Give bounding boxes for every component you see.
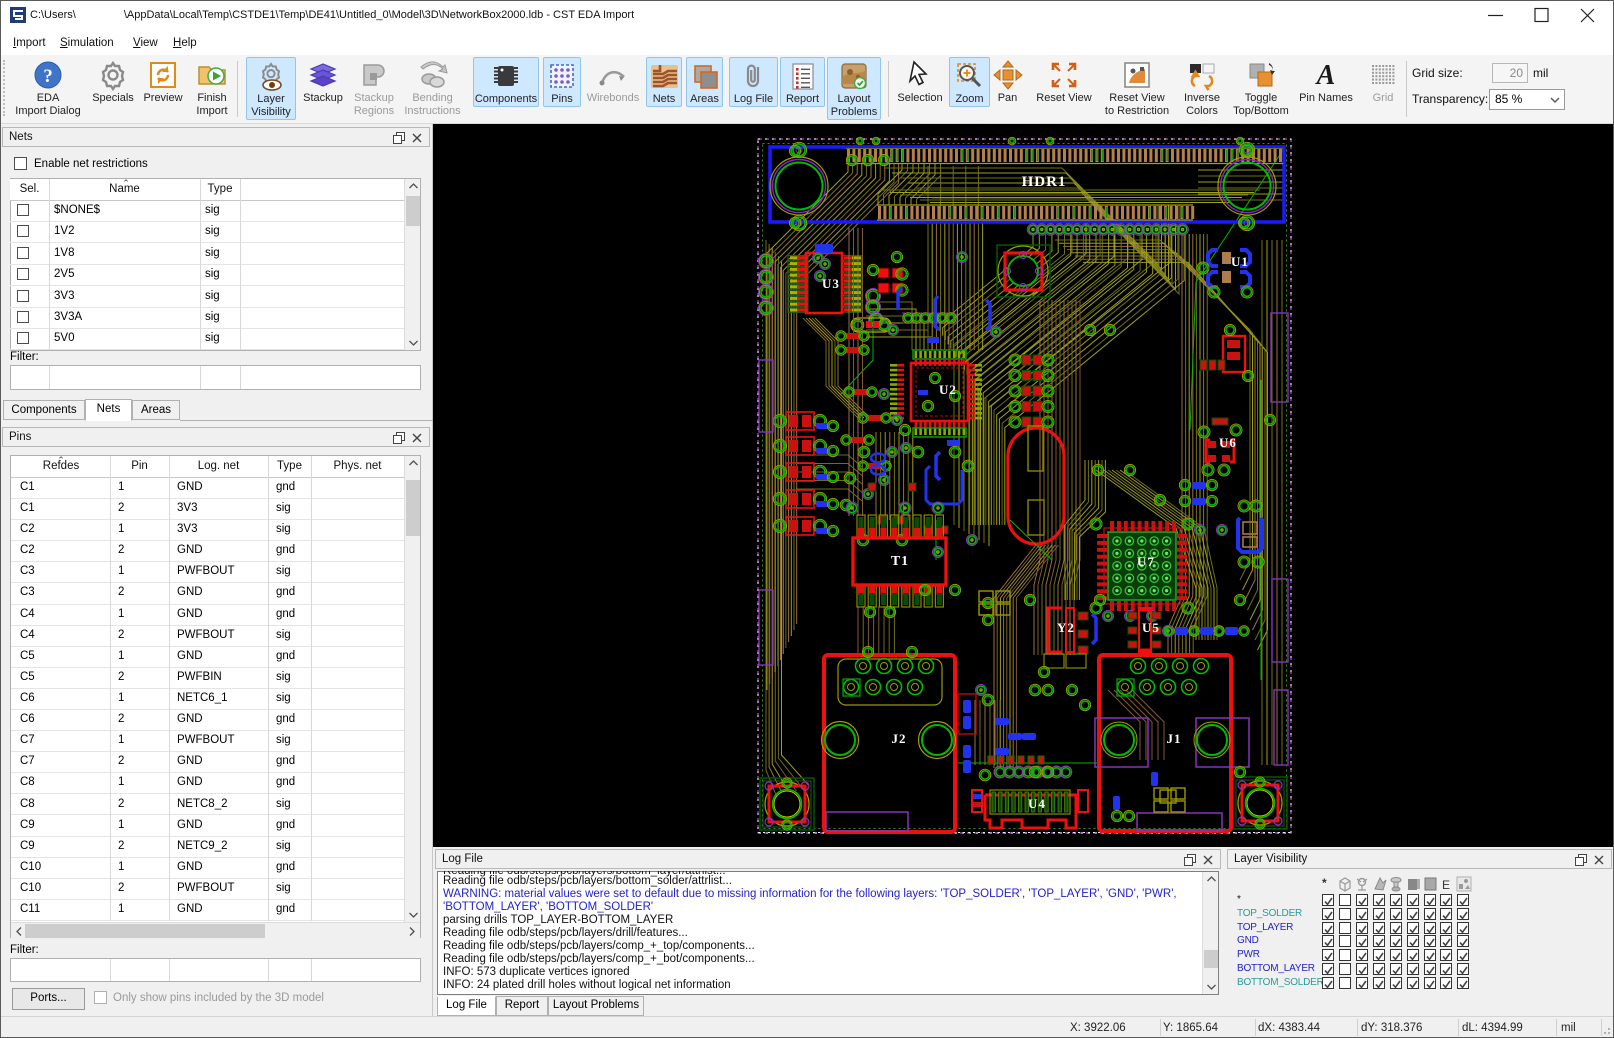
svg-text:U5: U5 <box>1142 620 1160 635</box>
svg-text:J2: J2 <box>892 731 907 746</box>
svg-text:E: E <box>1442 878 1450 892</box>
svg-text:U2: U2 <box>939 382 957 397</box>
svg-text:T1: T1 <box>891 554 909 569</box>
svg-text:U6: U6 <box>1219 435 1237 450</box>
svg-text:?: ? <box>43 66 53 87</box>
svg-text:A: A <box>1315 60 1336 91</box>
svg-text:U3: U3 <box>822 276 840 291</box>
svg-text:U1: U1 <box>1231 254 1249 269</box>
svg-text:HDR1: HDR1 <box>1022 174 1067 190</box>
svg-text:U4: U4 <box>1028 796 1046 811</box>
svg-text:U7: U7 <box>1137 554 1155 569</box>
svg-text:Y2: Y2 <box>1057 620 1075 635</box>
svg-text:J1: J1 <box>1167 731 1182 746</box>
